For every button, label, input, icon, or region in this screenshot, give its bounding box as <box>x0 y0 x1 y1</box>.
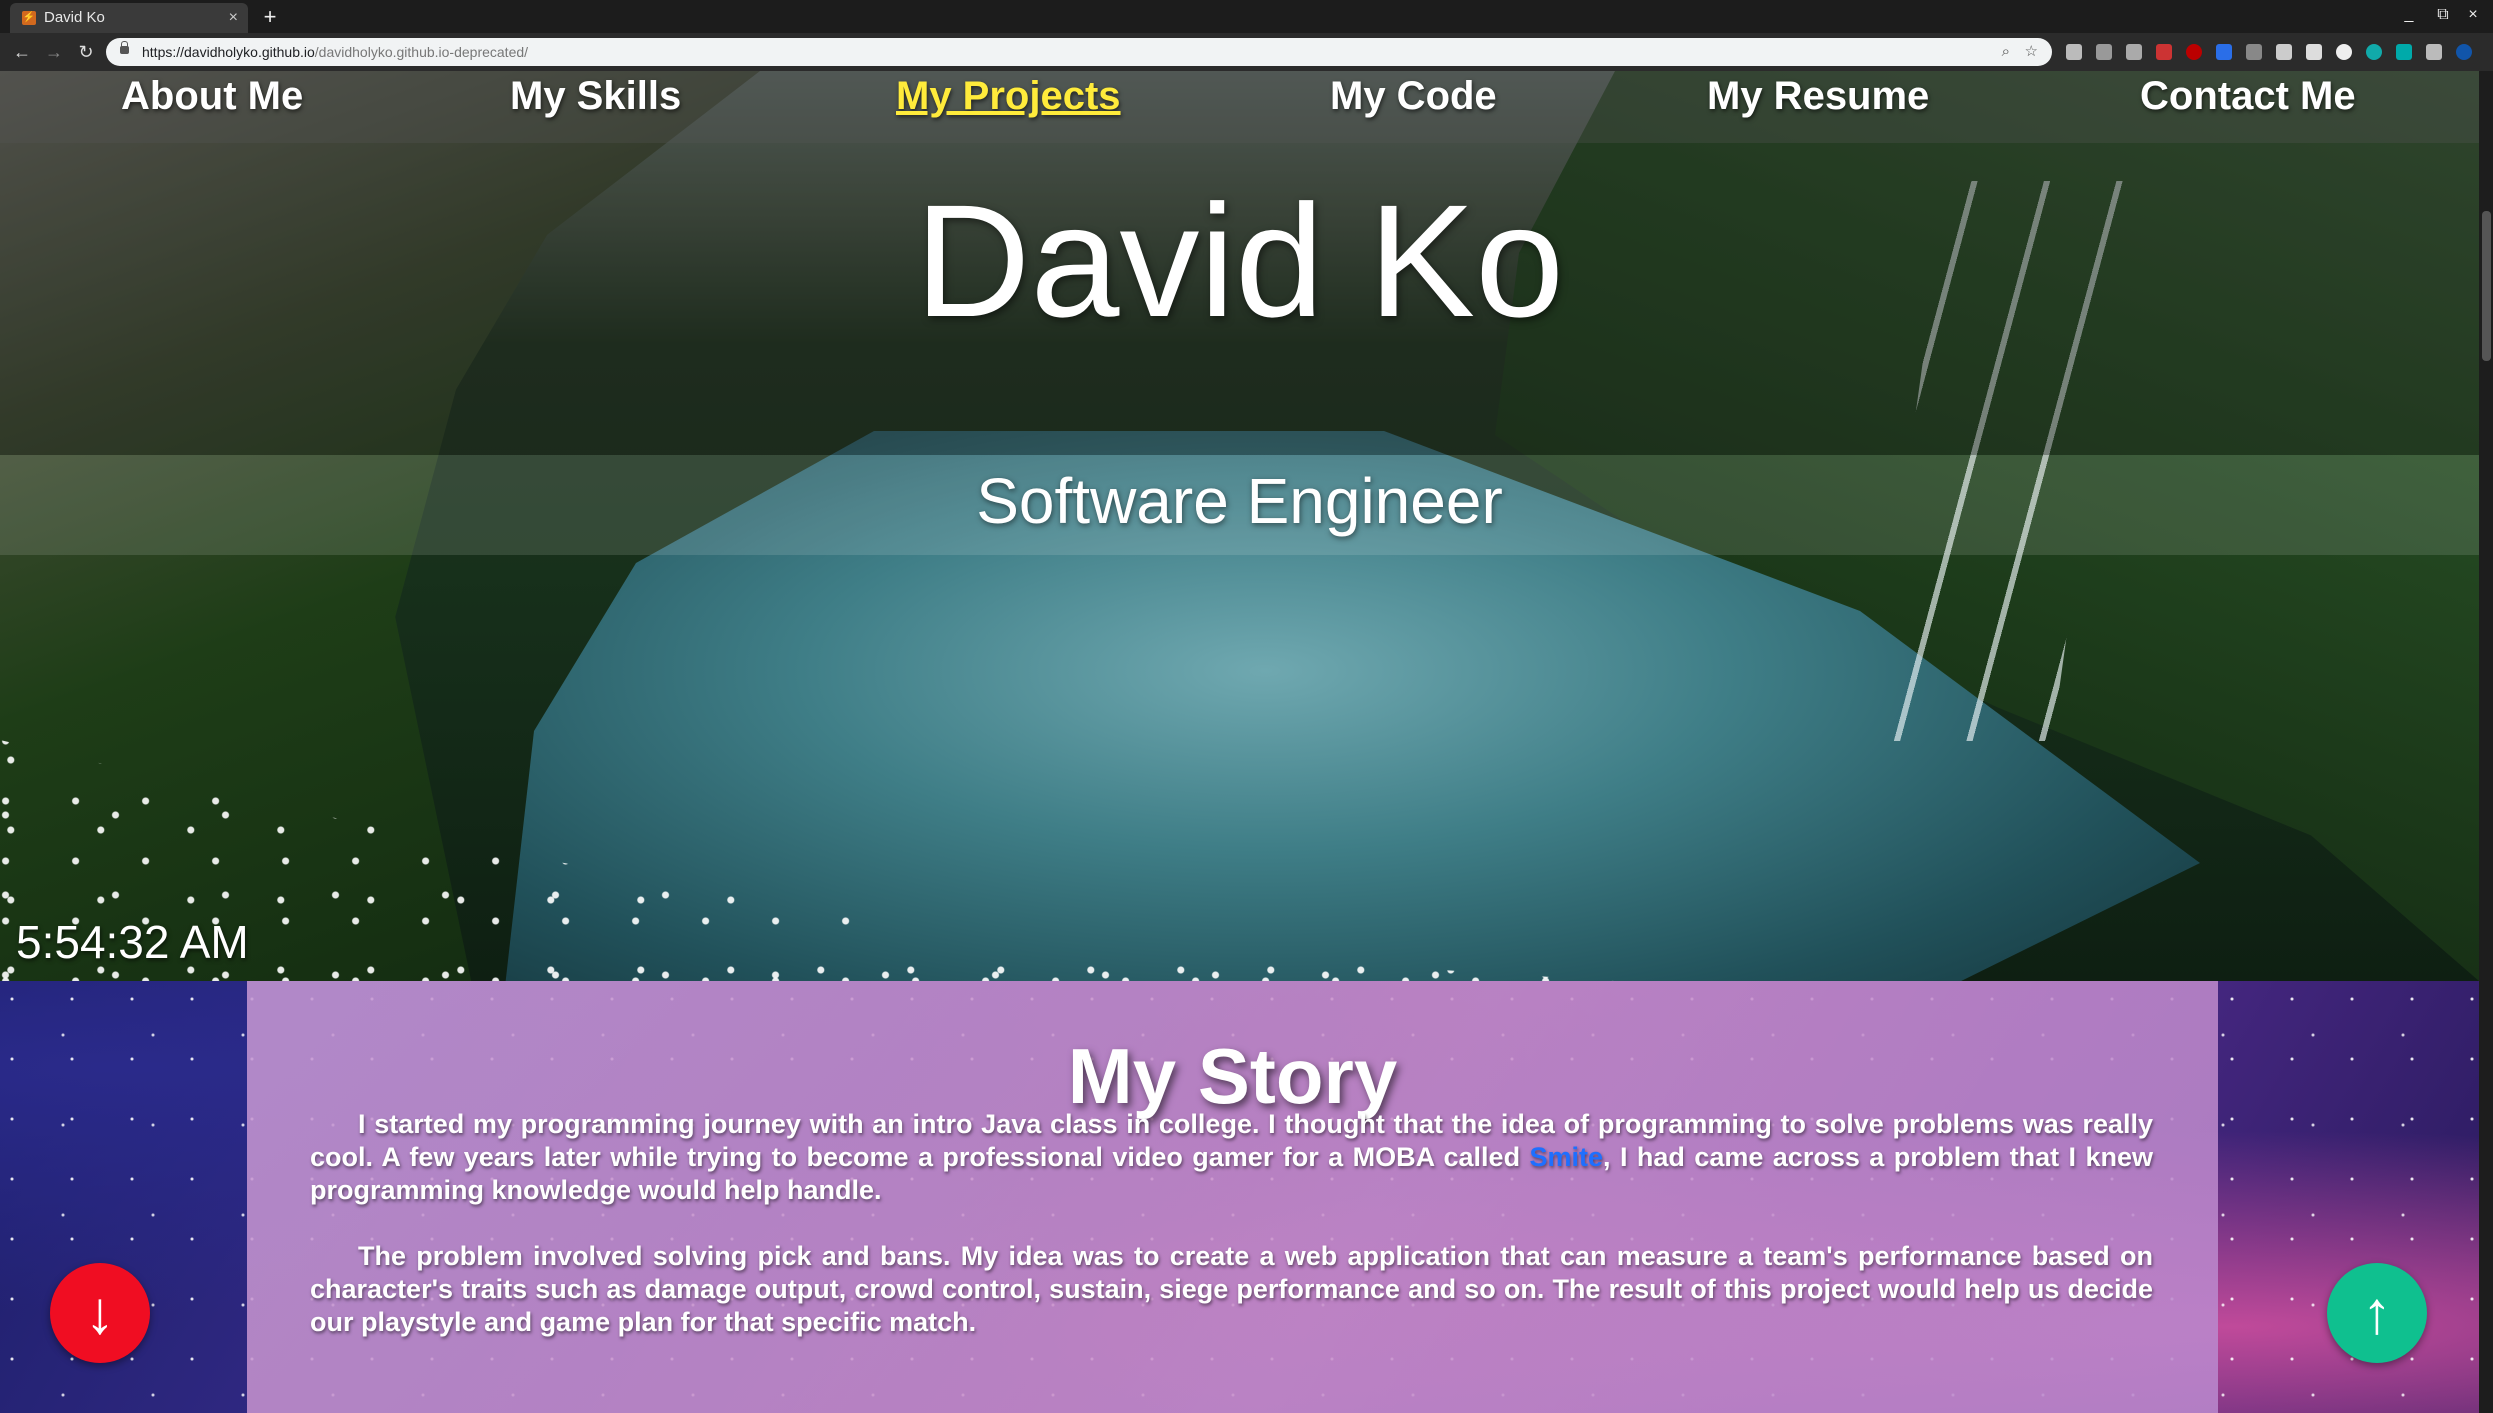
arrow-down-icon: ↓ <box>85 1279 115 1346</box>
forward-arrow-icon[interactable]: → <box>40 33 68 71</box>
scroll-down-button[interactable]: ↓ <box>50 1263 150 1363</box>
extension-m-icon[interactable] <box>2366 44 2382 60</box>
page-subtitle: Software Engineer <box>976 465 1503 537</box>
minimize-window-button[interactable]: _ <box>2398 4 2420 26</box>
extension-note-icon[interactable] <box>2276 44 2292 60</box>
browser-tab[interactable]: ⚡ David Ko × <box>10 3 248 33</box>
nav-contact-me[interactable]: Contact Me <box>2140 71 2356 131</box>
story-paragraph: The problem involved solving pick and ba… <box>310 1241 2153 1337</box>
nav-my-code[interactable]: My Code <box>1330 71 1497 131</box>
new-tab-button[interactable]: + <box>258 3 282 31</box>
top-nav: About Me My Skills My Projects My Code M… <box>0 71 2479 143</box>
page-viewport: About Me My Skills My Projects My Code M… <box>0 71 2479 1413</box>
profile-avatar-icon[interactable] <box>2456 44 2472 60</box>
reload-icon[interactable]: ↻ <box>72 33 100 71</box>
page-title: David Ko <box>914 171 1565 350</box>
site-favicon-icon: ⚡ <box>22 11 36 25</box>
extension-teal-icon[interactable] <box>2396 44 2412 60</box>
extension-badge-icon[interactable] <box>2156 44 2172 60</box>
browser-toolbar: ← → ↻ https://davidholyko.github.io/davi… <box>0 33 2493 71</box>
hero-section: About Me My Skills My Projects My Code M… <box>0 71 2479 981</box>
arrow-up-icon: ↑ <box>2362 1279 2392 1346</box>
back-arrow-icon[interactable]: ← <box>8 33 36 71</box>
extension-record-icon[interactable] <box>2186 44 2202 60</box>
page-scrollbar[interactable] <box>2479 71 2493 1413</box>
extension-chat-icon[interactable] <box>2066 44 2082 60</box>
extension-mail-icon[interactable] <box>2096 44 2112 60</box>
scrollbar-thumb[interactable] <box>2482 211 2491 361</box>
extension-dropbox-icon[interactable] <box>2216 44 2232 60</box>
maximize-window-button[interactable]: ⧉ <box>2432 4 2454 26</box>
nav-my-projects[interactable]: My Projects <box>896 71 1121 131</box>
extension-puzzle-icon[interactable] <box>2126 44 2142 60</box>
close-window-button[interactable]: × <box>2462 4 2484 26</box>
address-bar[interactable]: https://davidholyko.github.io/davidholyk… <box>106 38 2052 66</box>
extension-tag-icon[interactable] <box>2246 44 2262 60</box>
tab-title: David Ko <box>44 9 105 26</box>
extension-document-icon[interactable] <box>2306 44 2322 60</box>
tab-close-icon[interactable]: × <box>229 3 238 33</box>
nav-my-resume[interactable]: My Resume <box>1707 71 1929 131</box>
browser-tab-bar: ⚡ David Ko × + _ ⧉ × <box>0 0 2493 33</box>
nav-my-skills[interactable]: My Skills <box>510 71 681 131</box>
story-paragraph: I started my programming journey with an… <box>310 1109 2154 1205</box>
extension-gear-icon[interactable] <box>2426 44 2442 60</box>
lock-icon <box>120 41 129 54</box>
extension-circle-icon[interactable] <box>2336 44 2352 60</box>
url-text: https://davidholyko.github.io/davidholyk… <box>142 44 529 60</box>
clock-display: 5:54:32 AM <box>16 916 249 968</box>
nav-about-me[interactable]: About Me <box>121 71 303 131</box>
scroll-up-button[interactable]: ↑ <box>2327 1263 2427 1363</box>
zoom-icon[interactable]: ⌕ <box>2002 38 2010 66</box>
bookmark-star-icon[interactable]: ☆ <box>2025 38 2038 66</box>
smite-link[interactable]: Smite <box>1530 1142 1604 1172</box>
my-story-section: My Story I started my programming journe… <box>247 981 2218 1413</box>
